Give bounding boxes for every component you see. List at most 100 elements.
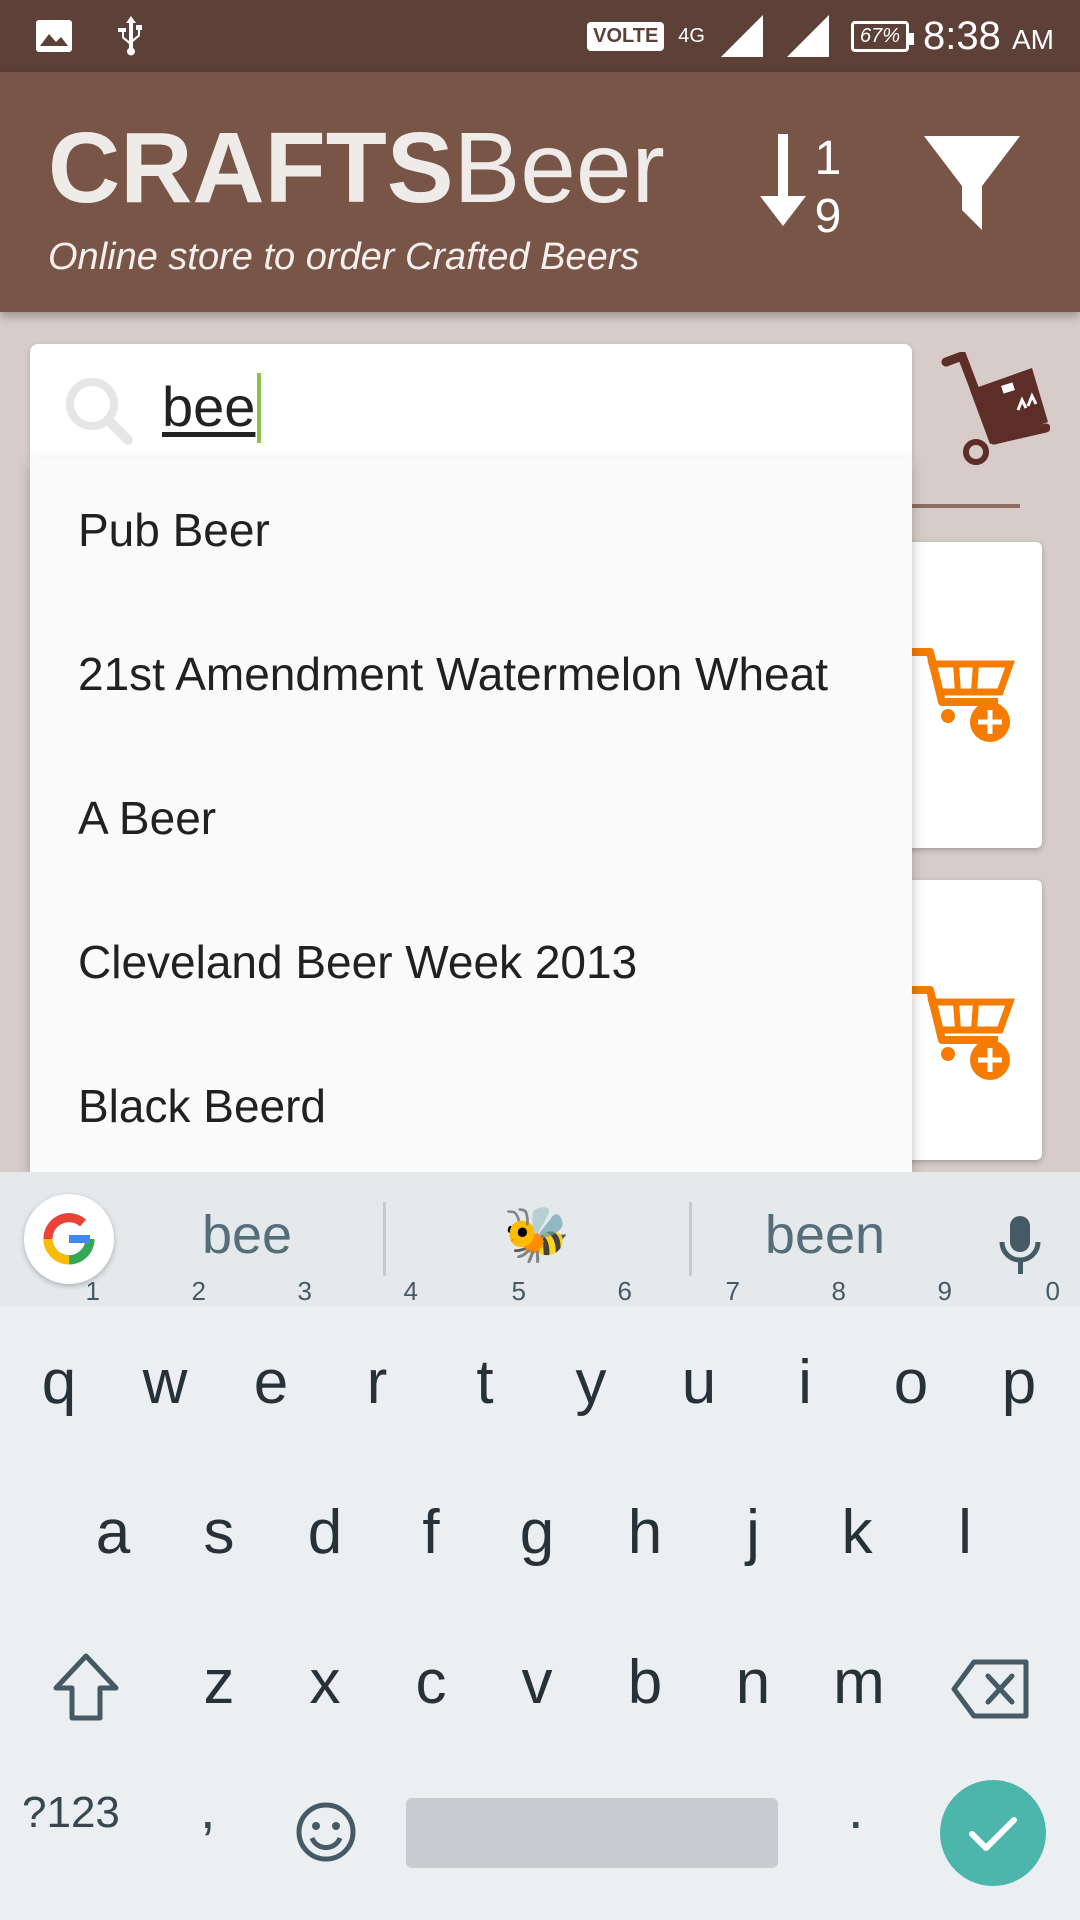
svg-text:9: 9	[815, 190, 842, 243]
shift-icon[interactable]	[50, 1650, 122, 1726]
backspace-icon[interactable]	[950, 1658, 1032, 1720]
key-period[interactable]: .	[848, 1776, 864, 1841]
key-number: 4	[403, 1276, 418, 1306]
key-b[interactable]: b	[592, 1618, 698, 1748]
key-label: p	[1001, 1348, 1037, 1417]
signal-sim1-icon	[720, 15, 763, 57]
symbols-key[interactable]: ?123	[22, 1788, 120, 1838]
emoji-icon[interactable]	[294, 1800, 358, 1864]
key-comma[interactable]: ,	[200, 1776, 216, 1841]
brand-bold: CRAFTS	[48, 112, 454, 224]
key-y[interactable]: y6	[538, 1278, 644, 1448]
key-t[interactable]: t5	[432, 1278, 538, 1448]
key-u[interactable]: u7	[646, 1278, 752, 1448]
suggestion-item[interactable]: Pub Beer	[30, 458, 912, 602]
keyboard-suggestion[interactable]: bee	[170, 1204, 324, 1266]
product-card[interactable]	[900, 880, 1042, 1160]
key-number: 7	[725, 1276, 740, 1306]
search-icon	[66, 378, 133, 445]
key-f[interactable]: f	[378, 1468, 484, 1598]
suggestion-dropdown: Pub Beer 21st Amendment Watermelon Wheat…	[30, 458, 912, 1172]
volte-badge: VOLTE	[587, 21, 665, 51]
key-w[interactable]: w2	[112, 1278, 218, 1448]
key-i[interactable]: i8	[752, 1278, 858, 1448]
app-title: CRAFTSBeer	[48, 118, 665, 218]
keyboard-row-3: z x c v b n m	[0, 1618, 1080, 1758]
clock-time: 8:38	[923, 13, 1001, 58]
app-tagline: Online store to order Crafted Beers	[48, 236, 640, 278]
search-input[interactable]: bee	[162, 373, 262, 444]
key-x[interactable]: x	[272, 1618, 378, 1748]
key-number: 1	[85, 1276, 100, 1306]
key-number: 2	[191, 1276, 206, 1306]
key-o[interactable]: o9	[858, 1278, 964, 1448]
key-v[interactable]: v	[484, 1618, 590, 1748]
key-r[interactable]: r4	[324, 1278, 430, 1448]
signal-sim2-icon	[786, 15, 829, 57]
key-number: 6	[617, 1276, 632, 1306]
key-k[interactable]: k	[804, 1468, 910, 1598]
key-g[interactable]: g	[484, 1468, 590, 1598]
key-label: q	[41, 1348, 77, 1417]
key-h[interactable]: h	[592, 1468, 698, 1598]
key-number: 5	[511, 1276, 526, 1306]
key-z[interactable]: z	[166, 1618, 272, 1748]
key-p[interactable]: p0	[966, 1278, 1072, 1448]
product-card[interactable]	[900, 542, 1042, 848]
key-number: 3	[297, 1276, 312, 1306]
key-l[interactable]: l	[912, 1468, 1018, 1598]
text-caret	[257, 373, 262, 444]
key-label: i	[798, 1348, 812, 1417]
status-clock: 8:38 AM	[923, 14, 1054, 59]
search-input-value: bee	[162, 375, 256, 438]
app-bar: CRAFTSBeer Online store to order Crafted…	[0, 72, 1080, 312]
key-s[interactable]: s	[166, 1468, 272, 1598]
key-e[interactable]: e3	[218, 1278, 324, 1448]
add-to-cart-icon[interactable]	[910, 642, 1020, 742]
suggestion-item[interactable]: A Beer	[30, 746, 912, 890]
filter-icon	[924, 136, 1020, 230]
key-label: r	[366, 1348, 388, 1417]
network-type: 4G	[678, 25, 705, 47]
clock-ampm: AM	[1012, 23, 1054, 55]
keyboard-row-1: q1 w2 e3 r4 t5 y6 u7 i8 o9 p0	[0, 1278, 1080, 1458]
key-a[interactable]: a	[60, 1468, 166, 1598]
sort-button[interactable]: 1 9	[752, 126, 852, 246]
key-c[interactable]: c	[378, 1618, 484, 1748]
key-j[interactable]: j	[700, 1468, 806, 1598]
strip-divider	[383, 1202, 386, 1276]
key-number: 8	[831, 1276, 846, 1306]
key-m[interactable]: m	[806, 1618, 912, 1748]
google-logo-icon[interactable]	[24, 1194, 114, 1284]
keyboard-suggestion[interactable]: been	[740, 1204, 910, 1266]
brand-light: Beer	[453, 112, 665, 224]
image-notification-icon	[36, 20, 72, 52]
key-label: y	[575, 1348, 607, 1417]
suggestion-item[interactable]: Cleveland Beer Week 2013	[30, 890, 912, 1034]
filter-button[interactable]	[916, 126, 1028, 246]
spacebar[interactable]	[406, 1798, 778, 1868]
key-label: t	[476, 1348, 494, 1417]
status-bar: VOLTE 4G 67% 8:38 AM	[0, 0, 1080, 72]
key-q[interactable]: q1	[6, 1278, 112, 1448]
search-bar[interactable]: bee	[30, 344, 912, 458]
suggestion-item[interactable]: Black Beerd	[30, 1034, 912, 1178]
checkmark-icon	[969, 1817, 1017, 1851]
key-d[interactable]: d	[272, 1468, 378, 1598]
tab-underline	[912, 504, 1020, 508]
strip-divider	[689, 1202, 692, 1276]
done-button[interactable]	[940, 1780, 1046, 1886]
sort-numeric-descending-icon: 1 9	[760, 132, 841, 243]
microphone-icon[interactable]	[996, 1212, 1044, 1278]
key-label: w	[142, 1348, 188, 1417]
keyboard-suggestion-strip: bee 🐝 been	[0, 1172, 1080, 1306]
suggestion-item[interactable]: 21st Amendment Watermelon Wheat	[30, 602, 912, 746]
usb-icon	[118, 16, 142, 56]
battery-indicator: 67%	[850, 20, 915, 52]
keyboard-suggestion-emoji[interactable]: 🐝	[480, 1204, 594, 1267]
add-to-cart-icon[interactable]	[910, 980, 1020, 1080]
key-n[interactable]: n	[700, 1618, 806, 1748]
key-number: 0	[1045, 1276, 1060, 1306]
key-number: 9	[937, 1276, 952, 1306]
cart-icon[interactable]	[940, 352, 1050, 470]
